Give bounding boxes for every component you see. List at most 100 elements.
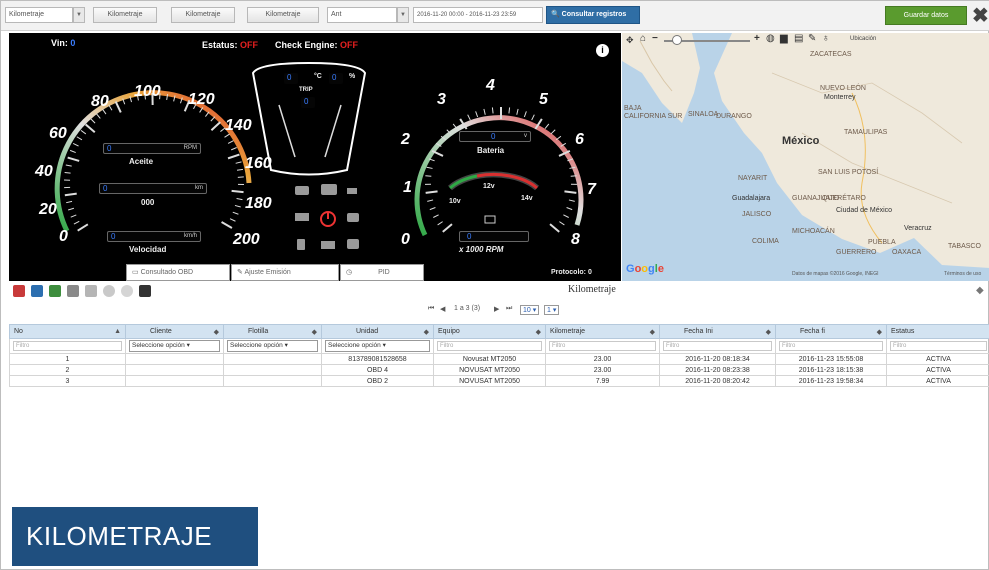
speedometer-tick	[70, 214, 77, 218]
tachometer-tick	[516, 108, 519, 115]
table-row[interactable]: 3 OBD 2 NOVUSAT MT2050 7.99 2016-11-20 0…	[9, 375, 989, 387]
col-header-fecha-ini[interactable]: Fecha Ini ◆	[659, 324, 776, 339]
tab-ajuste-emision[interactable]: ✎ Ajuste Emisión	[231, 264, 339, 281]
tachometer-tick	[559, 221, 565, 226]
col-header-equipo[interactable]: Equipo ◆	[433, 324, 546, 339]
battery-value: 0	[491, 132, 496, 141]
pan-icon[interactable]: ✥	[626, 35, 634, 46]
unit-select[interactable]: Ant	[327, 7, 397, 23]
print-icon[interactable]	[67, 285, 79, 297]
col-header-flotilla[interactable]: Flotilla ◆	[223, 324, 322, 339]
csv-export-icon[interactable]	[85, 285, 97, 297]
marker-icon[interactable]: ♁	[822, 33, 830, 44]
filter-no-input[interactable]: Filtro	[13, 341, 122, 351]
filter-button-1[interactable]: Kilometraje	[93, 7, 157, 23]
cell-flotilla	[223, 375, 322, 387]
cell-unidad: OBD 2	[321, 375, 434, 387]
tachometer-tick	[550, 129, 556, 135]
tachometer-tick	[426, 166, 433, 169]
filter-flotilla-select[interactable]: Seleccione opción ▾	[227, 340, 318, 352]
next-page-icon[interactable]: ▶	[494, 305, 499, 313]
kilometraje-banner: KILOMETRAJE	[12, 507, 258, 566]
filter-kilometraje-input[interactable]: Filtro	[549, 341, 656, 351]
col-header-estatus[interactable]: Estatus	[886, 324, 989, 339]
home-icon[interactable]: ⌂	[640, 33, 646, 44]
volt-10-label: 10v	[449, 198, 461, 205]
speedometer-tick	[236, 168, 244, 171]
cell-no: 3	[9, 375, 126, 387]
pencil-icon[interactable]: ✎	[808, 33, 816, 44]
map-label-jalisco: JALISCO	[742, 211, 772, 218]
cell-fecha-ini: 2016-11-20 08:23:38	[659, 364, 776, 376]
tab-pid[interactable]: ◷ PID	[340, 264, 424, 281]
refresh-icon[interactable]	[121, 285, 133, 297]
odometer-digits: 000	[141, 198, 155, 207]
car-icon[interactable]: ▆	[780, 33, 788, 44]
zoom-out-icon[interactable]: −	[652, 33, 658, 44]
map-view[interactable]: ✥ ⌂ − + ◍ ▆ ▤ ✎ ♁ Ubicación ZACATECAS NU…	[622, 33, 989, 281]
engine-rpm-value: 0	[107, 144, 112, 153]
tab-ajuste-emision-label: Ajuste Emisión	[244, 269, 291, 276]
date-range-input[interactable]: 2016-11-20 00:00 - 2016-11-23 23:59	[413, 7, 543, 23]
map-terms-link[interactable]: Términos de uso	[944, 271, 981, 277]
first-page-icon[interactable]: ⏮	[428, 305, 434, 313]
filter-button-3[interactable]: Kilometraje	[247, 7, 319, 23]
tachometer-tick	[544, 123, 550, 129]
speed-tick-140: 140	[225, 117, 252, 134]
maximize-icon[interactable]	[139, 285, 151, 297]
last-page-icon[interactable]: ⏭	[506, 305, 512, 313]
col-header-no[interactable]: No ▲	[9, 324, 126, 339]
tab-consultado-obd[interactable]: ▭ Consultado OBD	[126, 264, 230, 281]
speedometer-tick	[67, 156, 80, 162]
map-label-tamaulipas: TAMAULIPAS	[844, 129, 888, 136]
estatus-field: Estatus: OFF	[202, 40, 258, 50]
map-label-guadalajara: Guadalajara	[732, 195, 771, 202]
speed-tick-200: 200	[233, 231, 260, 248]
cell-no: 2	[9, 364, 126, 376]
info-icon[interactable]: i	[596, 44, 609, 57]
search-records-button[interactable]: 🔍 Consultar registros	[546, 6, 640, 24]
top-toolbar: Kilometraje ▼ Kilometraje Kilometraje Ki…	[1, 1, 989, 31]
speedometer-tick	[235, 161, 242, 164]
section-title: Kilometraje	[568, 284, 616, 295]
wrench-icon: ✎	[237, 269, 243, 276]
speed-tick-100: 100	[134, 83, 161, 100]
odometer-value: 0	[103, 184, 108, 193]
table-row[interactable]: 2 OBD 4 NOVUSAT MT2050 23.00 2016-11-20 …	[9, 364, 989, 376]
filter-unidad-select[interactable]: Seleccione opción ▾	[325, 340, 430, 352]
map-label-guerrero: GUERRERO	[836, 249, 877, 256]
save-data-button[interactable]: Guardar datos	[885, 6, 967, 25]
printer-icon[interactable]: ▤	[794, 33, 803, 44]
col-header-unidad[interactable]: Unidad ◆	[321, 324, 434, 339]
users-icon[interactable]	[31, 285, 43, 297]
temperature-unit: °C	[314, 73, 322, 80]
filter-fecha-ini-input[interactable]: Filtro	[663, 341, 772, 351]
close-icon[interactable]: ✖	[972, 3, 989, 29]
unit-select-arrow-icon[interactable]: ▼	[397, 7, 409, 23]
report-select-arrow-icon[interactable]: ▼	[73, 7, 85, 23]
speedometer-tick	[80, 129, 87, 135]
filter-estatus-input[interactable]: Filtro	[890, 341, 987, 351]
report-select[interactable]: Kilometraje	[5, 7, 73, 23]
page-select[interactable]: 1 ▾	[544, 305, 560, 315]
rows-per-page-select[interactable]: 10 ▾	[520, 305, 540, 315]
pdf-export-icon[interactable]	[13, 285, 25, 297]
collapse-icon[interactable]: ◆	[976, 285, 984, 296]
col-header-cliente[interactable]: Cliente ◆	[125, 324, 224, 339]
filter-button-2[interactable]: Kilometraje	[171, 7, 235, 23]
cell-flotilla	[223, 364, 322, 376]
zoom-slider-handle[interactable]	[672, 35, 682, 45]
table-row[interactable]: 1 813789081528658 Novusat MT2050 23.00 2…	[9, 353, 989, 365]
filter-cliente-select[interactable]: Seleccione opción ▾	[129, 340, 220, 352]
map-tool-label[interactable]: Ubicación	[850, 36, 876, 42]
cell-estatus: ACTIVA	[886, 364, 989, 376]
prev-page-icon[interactable]: ◀	[440, 305, 445, 313]
filter-equipo-input[interactable]: Filtro	[437, 341, 542, 351]
col-header-kilometraje[interactable]: Kilometraje ◆	[545, 324, 660, 339]
settings-icon[interactable]	[103, 285, 115, 297]
zoom-in-icon[interactable]: +	[754, 33, 760, 44]
globe-icon[interactable]: ◍	[766, 33, 775, 44]
col-header-fecha-fin[interactable]: Fecha fi ◆	[775, 324, 887, 339]
excel-export-icon[interactable]	[49, 285, 61, 297]
filter-fecha-fin-input[interactable]: Filtro	[779, 341, 883, 351]
